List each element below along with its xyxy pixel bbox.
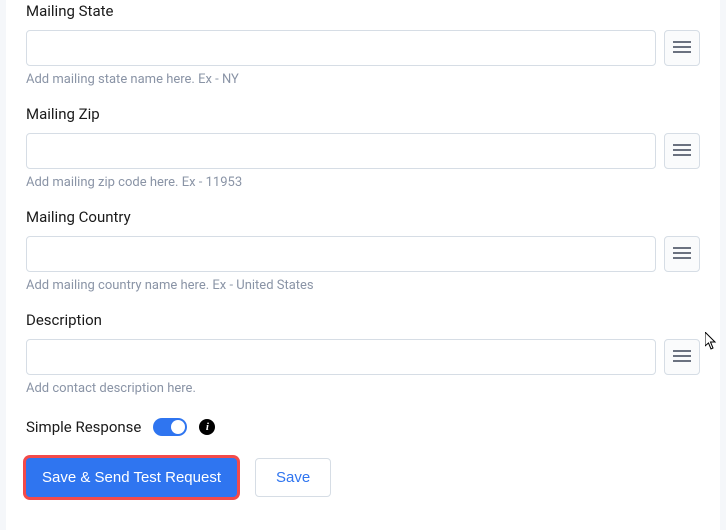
input-row: [26, 236, 700, 272]
simple-response-row: Simple Response i: [26, 418, 700, 436]
mailing-zip-input[interactable]: [26, 133, 656, 169]
menu-icon: [673, 40, 691, 57]
description-help: Add contact description here.: [26, 381, 700, 396]
field-mailing-state: Mailing State Add mailing state name her…: [26, 0, 700, 87]
mailing-state-input[interactable]: [26, 30, 656, 66]
mailing-country-menu-button[interactable]: [664, 236, 700, 272]
mailing-state-label: Mailing State: [26, 2, 700, 20]
mailing-zip-label: Mailing Zip: [26, 105, 700, 123]
mailing-country-label: Mailing Country: [26, 208, 700, 226]
mailing-country-help: Add mailing country name here. Ex - Unit…: [26, 278, 700, 293]
mailing-state-help: Add mailing state name here. Ex - NY: [26, 72, 700, 87]
save-send-test-button[interactable]: Save & Send Test Request: [26, 458, 237, 497]
simple-response-toggle[interactable]: [153, 418, 187, 436]
input-row: [26, 30, 700, 66]
button-row: Save & Send Test Request Save: [26, 458, 700, 497]
field-description: Description Add contact description here…: [26, 311, 700, 396]
input-row: [26, 339, 700, 375]
menu-icon: [673, 143, 691, 160]
menu-icon: [673, 349, 691, 366]
description-label: Description: [26, 311, 700, 329]
info-icon[interactable]: i: [199, 419, 215, 435]
form-panel: Mailing State Add mailing state name her…: [6, 0, 720, 530]
description-input[interactable]: [26, 339, 656, 375]
input-row: [26, 133, 700, 169]
simple-response-label: Simple Response: [26, 418, 141, 436]
mailing-zip-menu-button[interactable]: [664, 133, 700, 169]
mailing-country-input[interactable]: [26, 236, 656, 272]
save-button[interactable]: Save: [255, 458, 331, 497]
mailing-state-menu-button[interactable]: [664, 30, 700, 66]
field-mailing-zip: Mailing Zip Add mailing zip code here. E…: [26, 105, 700, 190]
field-mailing-country: Mailing Country Add mailing country name…: [26, 208, 700, 293]
menu-icon: [673, 246, 691, 263]
mailing-zip-help: Add mailing zip code here. Ex - 11953: [26, 175, 700, 190]
description-menu-button[interactable]: [664, 339, 700, 375]
